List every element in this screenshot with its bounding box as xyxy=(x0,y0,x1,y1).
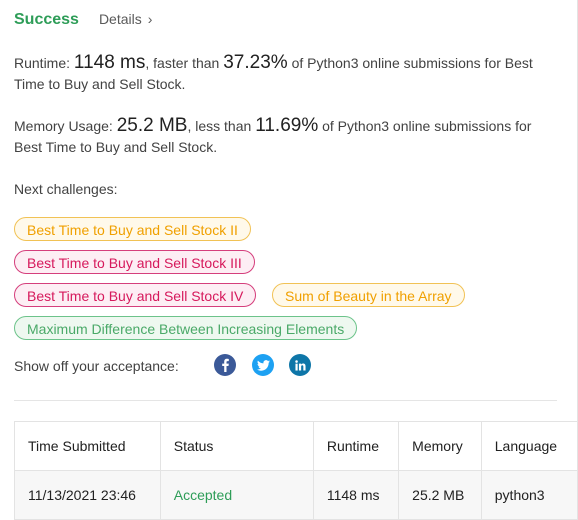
submission-status: Success xyxy=(14,11,79,28)
memory-percent: 11.69% xyxy=(255,115,319,136)
memory-stat: Memory Usage: 25.2 MB, less than 11.69% … xyxy=(14,115,554,158)
share-label: Show off your acceptance: xyxy=(14,358,179,374)
facebook-icon[interactable] xyxy=(214,354,236,376)
table-header-row: Time Submitted Status Runtime Memory Lan… xyxy=(14,421,578,471)
cell-status-link[interactable]: Accepted xyxy=(159,470,314,520)
column-header-time-submitted[interactable]: Time Submitted xyxy=(14,421,161,471)
cell-language: python3 xyxy=(480,470,578,520)
runtime-percent: 37.23% xyxy=(223,52,288,73)
cell-memory: 25.2 MB xyxy=(398,470,482,520)
challenge-tag-stock-iv[interactable]: Best Time to Buy and Sell Stock IV xyxy=(14,283,257,307)
runtime-comparison: , faster than xyxy=(145,55,220,71)
twitter-icon[interactable] xyxy=(252,354,274,376)
memory-comparison: , less than xyxy=(187,118,252,134)
next-challenges-label: Next challenges: xyxy=(14,181,118,197)
column-header-memory[interactable]: Memory xyxy=(398,421,482,471)
challenge-tag-stock-ii[interactable]: Best Time to Buy and Sell Stock II xyxy=(14,217,251,241)
runtime-label: Runtime: xyxy=(14,55,71,71)
section-divider xyxy=(14,400,557,401)
table-row[interactable]: 11/13/2021 23:46 Accepted 1148 ms 25.2 M… xyxy=(14,470,578,520)
column-header-language[interactable]: Language xyxy=(480,421,578,471)
runtime-stat: Runtime: 1148 ms, faster than 37.23% of … xyxy=(14,52,554,95)
submissions-table: Time Submitted Status Runtime Memory Lan… xyxy=(14,421,578,520)
challenge-tag-sum-of-beauty[interactable]: Sum of Beauty in the Array xyxy=(272,283,465,307)
challenge-tag-stock-iii[interactable]: Best Time to Buy and Sell Stock III xyxy=(14,250,255,274)
result-header: Success Details › xyxy=(14,11,152,29)
memory-label: Memory Usage: xyxy=(14,118,113,134)
column-header-runtime[interactable]: Runtime xyxy=(312,421,400,471)
memory-value: 25.2 MB xyxy=(116,115,188,136)
cell-time-submitted: 11/13/2021 23:46 xyxy=(14,470,161,520)
challenge-tag-max-difference[interactable]: Maximum Difference Between Increasing El… xyxy=(14,316,358,340)
cell-runtime: 1148 ms xyxy=(312,470,400,520)
details-link[interactable]: Details xyxy=(99,11,142,27)
column-header-status[interactable]: Status xyxy=(159,421,314,471)
linkedin-icon[interactable] xyxy=(289,354,311,376)
runtime-value: 1148 ms xyxy=(73,52,146,73)
chevron-right-icon[interactable]: › xyxy=(148,11,153,27)
